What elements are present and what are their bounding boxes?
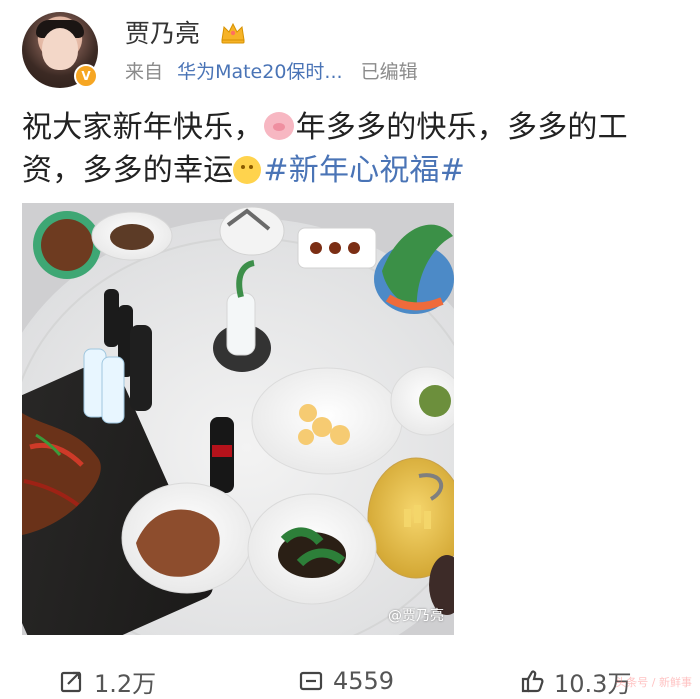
post-header: V 贾乃亮 来自 华为Mate20保时... 已编辑: [22, 12, 682, 90]
hashtag-link[interactable]: #新年心祝福#: [263, 153, 465, 188]
post-text-segment-1: 祝大家新年快乐，: [22, 110, 264, 145]
cola-bottle-1: [130, 325, 152, 411]
comment-icon: [299, 671, 323, 691]
thumb-up-icon: [521, 670, 544, 693]
post-text: 祝大家新年快乐， 年多多的快乐，多多的工资，多多的幸运 #新年心祝福#: [22, 106, 662, 192]
verified-badge-icon: V: [74, 64, 98, 88]
post-meta: 来自 华为Mate20保时... 已编辑: [125, 60, 418, 84]
comment-count: 4559: [333, 667, 395, 695]
action-bar: 1.2万 4559 10.3万: [0, 666, 700, 698]
dinner-table-photo: [22, 203, 454, 635]
right-plate-greens: [419, 385, 451, 417]
pot-food: [41, 219, 93, 271]
top-plate-food: [110, 224, 154, 250]
meta-prefix: 来自: [125, 61, 164, 83]
photo-watermark: @贾乃亮: [388, 608, 444, 624]
pig-emoji-icon: [263, 112, 294, 140]
username[interactable]: 贾乃亮: [125, 20, 200, 48]
repost-count: 1.2万: [94, 669, 157, 698]
corner-watermark: 头条号 / 新鲜事: [615, 676, 692, 689]
meta-source[interactable]: 华为Mate20保时...: [177, 61, 342, 83]
flower-vase: [226, 292, 256, 356]
crown-icon: [221, 22, 245, 44]
comment-button[interactable]: 4559: [297, 666, 394, 696]
repost-button[interactable]: 1.2万: [58, 666, 157, 698]
smile-emoji-icon: [233, 156, 262, 184]
avatar[interactable]: V: [22, 12, 98, 88]
soy-bottle-1: [104, 289, 119, 347]
cola-label: [212, 445, 232, 457]
avatar-face: [42, 28, 78, 70]
repost-icon: [60, 671, 82, 693]
post-photo[interactable]: @贾乃亮: [22, 203, 454, 635]
meta-edited: 已编辑: [360, 61, 418, 83]
water-bottle-2: [101, 356, 125, 424]
